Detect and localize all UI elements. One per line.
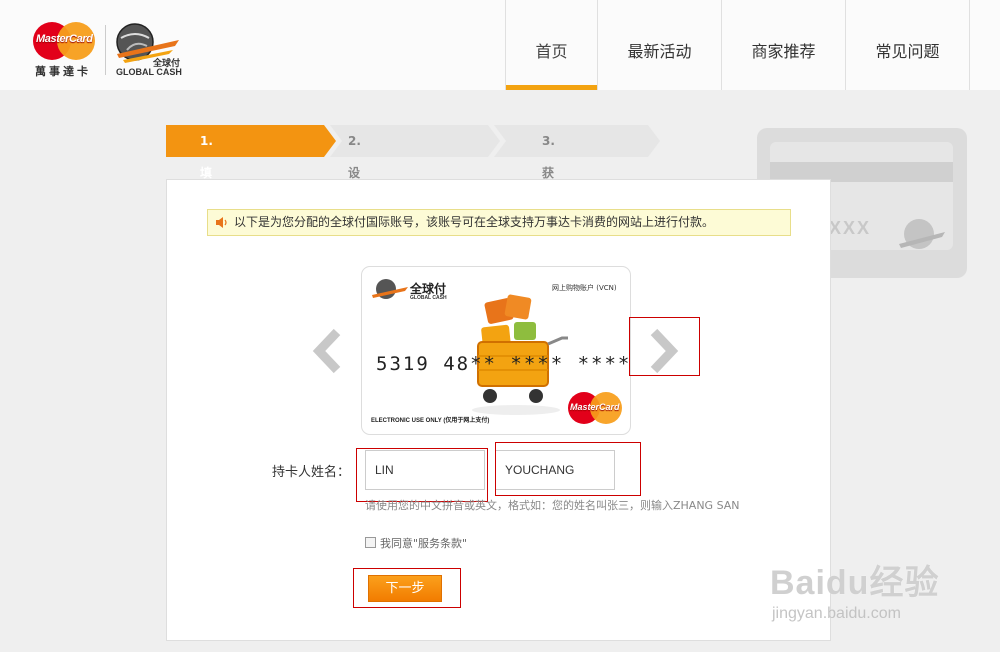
highlight-box-surname [356, 448, 488, 502]
globe-icon [899, 219, 945, 249]
card-number: 5319 48** **** **** [376, 353, 631, 375]
globalcash-en: GLOBAL CASH [116, 67, 182, 77]
logo-divider [105, 25, 106, 75]
step-3-success: 3. 获取成功 [542, 134, 555, 276]
globalcash-card-logo-icon [372, 279, 408, 299]
notice-text: 以下是为您分配的全球付国际账号，该账号可在全球支持万事达卡消费的网站上进行付款。 [234, 215, 715, 229]
step-1-fill-account: 1. 填写账户信息 [200, 134, 213, 340]
chevron-left-icon [312, 328, 341, 374]
step-2-set-password: 2. 设置密码并绑定手机 [348, 134, 361, 436]
card-mastercard-text: MasterCard [570, 402, 620, 412]
baidu-watermark: Baidu经验 jingyan.baidu.com [770, 555, 970, 635]
mastercard-cn-name: 萬事達卡 [35, 65, 91, 78]
name-format-hint: 请使用您的中文拼音或英文，格式如：您的姓名叫张三，则输入ZHANG SAN [365, 499, 740, 512]
agree-terms-checkbox[interactable] [365, 537, 376, 548]
site-header: MasterCard 萬事達卡 全球付 GLOBAL CASH 首页 最新活动 … [0, 0, 1000, 90]
background-card-text: XXX [829, 218, 872, 238]
card-brand-en: GLOBAL CASH [410, 295, 447, 301]
prev-card-button[interactable] [307, 326, 347, 376]
watermark-brand: Baidu经验 [770, 564, 940, 602]
notice-bar: 以下是为您分配的全球付国际账号，该账号可在全球支持万事达卡消费的网站上进行付款。 [207, 209, 791, 236]
steps-background [166, 125, 660, 157]
virtual-card: 全球付 GLOBAL CASH 网上购物账户 (VCN) 5319 48** *… [361, 266, 631, 435]
nav-merchant-recommend[interactable]: 商家推荐 [722, 0, 846, 90]
nav-home[interactable]: 首页 [506, 0, 598, 90]
highlight-box-given-name [495, 442, 641, 496]
nav-latest-activities[interactable]: 最新活动 [598, 0, 722, 90]
main-nav: 首页 最新活动 商家推荐 常见问题 [505, 0, 970, 90]
agree-terms-label: 我同意"服务条款" [380, 537, 468, 550]
watermark-url: jingyan.baidu.com [772, 605, 901, 622]
mastercard-logo[interactable]: MasterCard [33, 22, 95, 60]
nav-faq[interactable]: 常见问题 [846, 0, 970, 90]
cardholder-name-label: 持卡人姓名： [272, 465, 351, 480]
highlight-box-next-arrow [629, 317, 700, 376]
speaker-icon [216, 217, 227, 228]
card-electronic-use: ELECTRONIC USE ONLY (仅用于网上支付) [371, 418, 490, 424]
mastercard-logo-text: MasterCard [36, 33, 93, 45]
highlight-box-next-button [353, 568, 461, 608]
account-form-panel: 以下是为您分配的全球付国际账号，该账号可在全球支持万事达卡消费的网站上进行付款。… [166, 179, 831, 641]
globalcash-logo[interactable]: 全球付 GLOBAL CASH [113, 20, 185, 78]
agree-terms[interactable]: 我同意"服务条款" [365, 535, 467, 551]
card-mastercard-logo: MasterCard [568, 392, 622, 424]
